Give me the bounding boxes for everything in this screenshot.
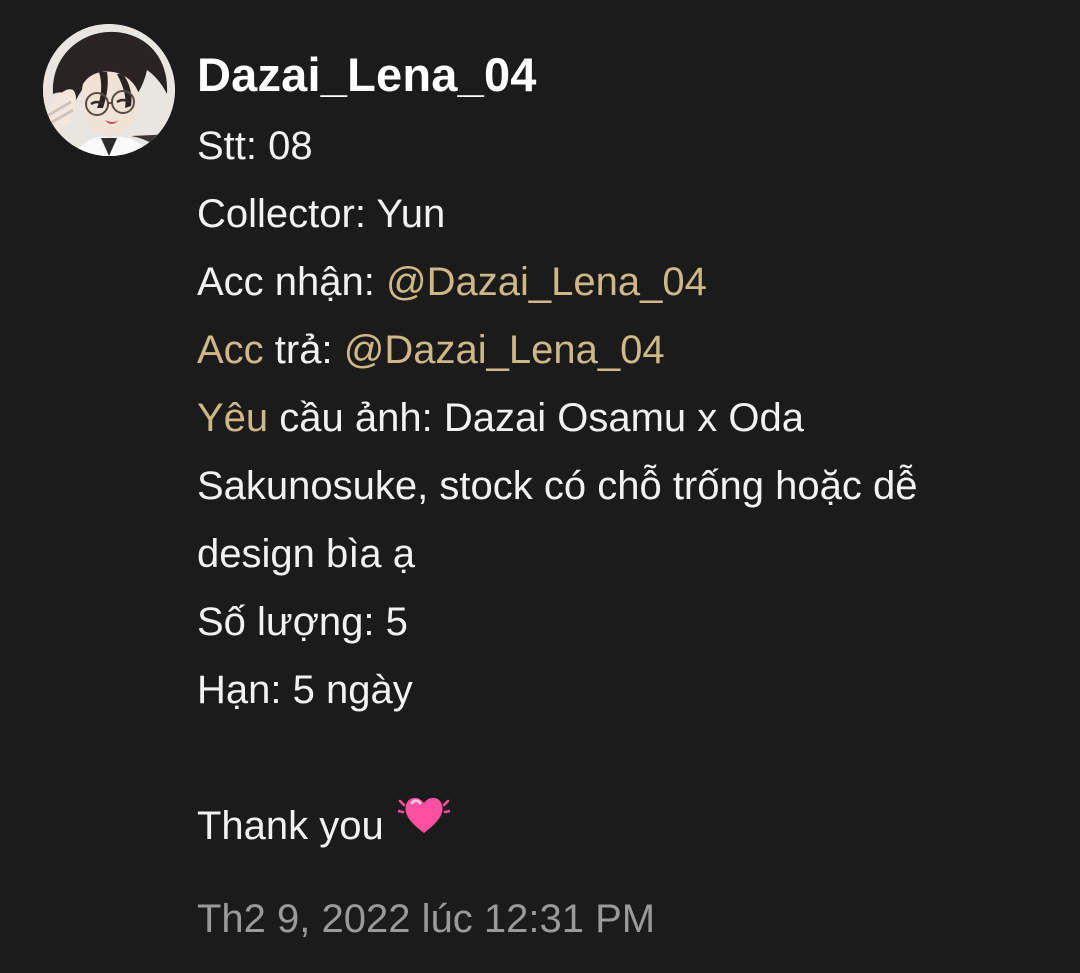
comment-blank-line: [197, 724, 1020, 792]
user-avatar[interactable]: [43, 24, 175, 156]
mention-link[interactable]: @Dazai_Lena_04: [344, 328, 665, 372]
comment-author[interactable]: Dazai_Lena_04: [197, 38, 1020, 112]
beating-heart-icon: [396, 790, 452, 858]
acc-tra-label: trả:: [263, 328, 344, 372]
comment-card: Dazai_Lena_04 Stt: 08 Collector: Yun Acc…: [0, 0, 1080, 973]
comment-line-acc-tra: Acc trả: @Dazai_Lena_04: [197, 316, 1020, 384]
comment-line-collector: Collector: Yun: [197, 192, 446, 236]
avatar-image: [43, 24, 175, 156]
comment-line-thanks: Thank you: [197, 792, 1020, 860]
comment-line-yeu-cau: Yêu cầu ảnh: Dazai Osamu x Oda Sakunosuk…: [197, 384, 1020, 588]
acc-tra-highlight: Acc: [197, 328, 264, 372]
comment-line-so-luong: Số lượng: 5: [197, 600, 408, 644]
thanks-text: Thank you: [197, 804, 384, 848]
comment-line-acc-nhan: Acc nhận: @Dazai_Lena_04: [197, 248, 1020, 316]
comment-timestamp[interactable]: Th2 9, 2022 lúc 12:31 PM: [197, 889, 655, 949]
comment-line-stt: Stt: 08: [197, 124, 313, 168]
yeu-cau-text: cầu ảnh: Dazai Osamu x Oda Sakunosuke, s…: [197, 396, 918, 576]
mention-link[interactable]: @Dazai_Lena_04: [386, 260, 707, 304]
yeu-cau-highlight: Yêu: [197, 396, 269, 440]
comment-line-han: Hạn: 5 ngày: [197, 668, 413, 712]
comment-body: Stt: 08 Collector: Yun Acc nhận: @Dazai_…: [197, 112, 1020, 860]
acc-nhan-label: Acc nhận:: [197, 260, 387, 304]
comment-content: Dazai_Lena_04 Stt: 08 Collector: Yun Acc…: [197, 38, 1020, 860]
